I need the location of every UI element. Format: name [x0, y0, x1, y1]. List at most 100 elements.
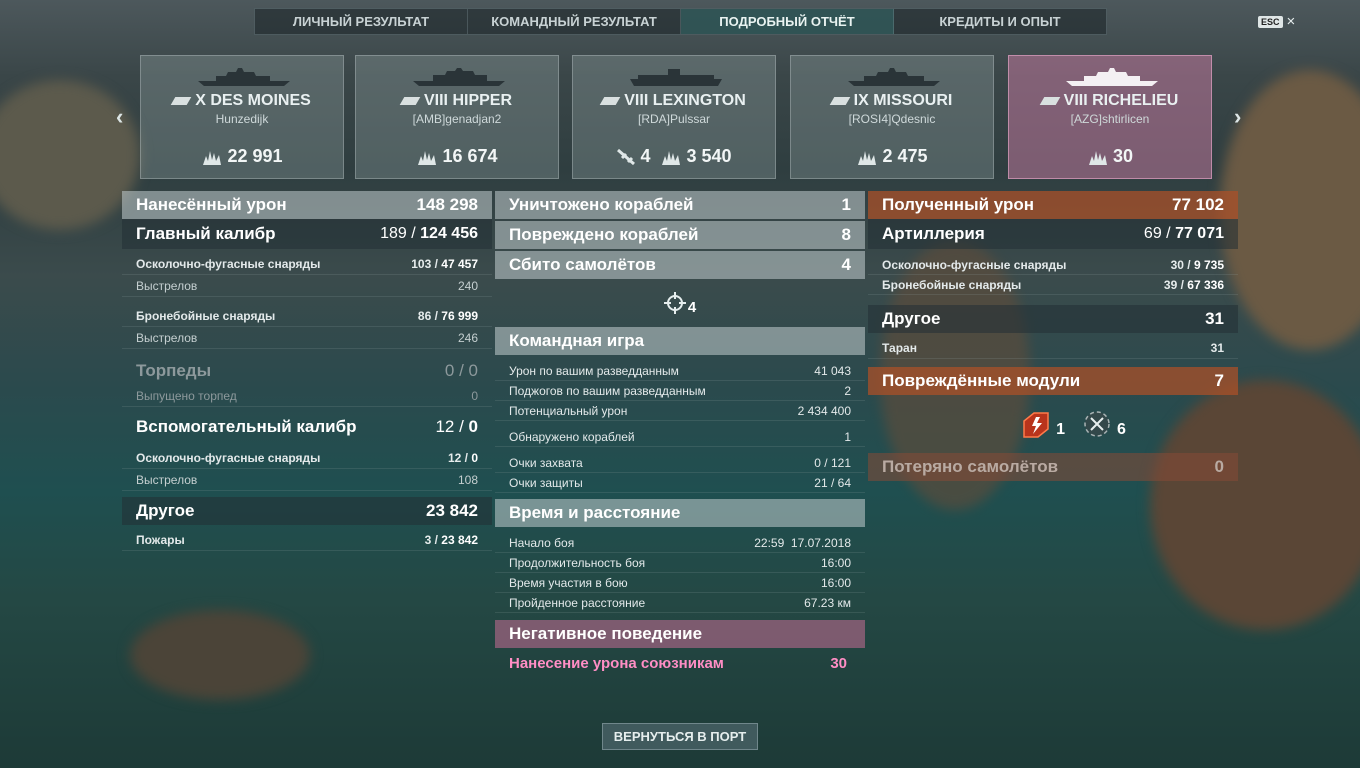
ship-card[interactable]: X DES MOINES Hunzedijk 22 991: [140, 55, 344, 179]
ship-class-icon: [1039, 96, 1060, 105]
damage-value: 30: [1112, 146, 1134, 166]
steering-module-count: 6: [1117, 421, 1126, 438]
artillery-header: Артиллерия 69 / 77 071: [868, 219, 1238, 249]
tab-credits-xp[interactable]: КРЕДИТЫ И ОПЫТ: [894, 9, 1106, 34]
team-play-header: Командная игра: [495, 327, 865, 355]
potential-damage-row: Потенциальный урон 2 434 400: [495, 401, 865, 421]
distance-row: Пройденное расстояние 67.23 км: [495, 593, 865, 613]
ship-card[interactable]: VIII HIPPER [AMB]genadjan2 16 674: [355, 55, 559, 179]
negative-behavior-header: Негативное поведение: [495, 620, 865, 648]
chevron-right-icon[interactable]: ›: [1234, 104, 1241, 130]
ship-class-icon: [829, 96, 850, 105]
spotting-damage-row: Урон по вашим разведданным 41 043: [495, 361, 865, 381]
ships-damaged-header: Повреждено кораблей 8: [495, 221, 865, 249]
ship-class-icon: [399, 96, 421, 105]
background-rock: [130, 610, 310, 700]
player-name: Hunzedijk: [215, 112, 269, 126]
planes-shot-icon: [617, 148, 636, 165]
secondary-shots-row: Выстрелов 108: [122, 469, 492, 491]
ship-stats: 16 674: [356, 146, 558, 167]
he-shells-row: Осколочно-фугасные снаряды 103 / 47 457: [122, 253, 492, 275]
ships-destroyed-header: Уничтожено кораблей 1: [495, 191, 865, 219]
steering-module-icon: [1084, 411, 1110, 437]
ship-name: X DES MOINES: [141, 92, 343, 110]
ship-silhouette-icon: [413, 68, 505, 86]
ap-shells-row: Бронебойные снаряды 86 / 76 999: [122, 305, 492, 327]
ship-card[interactable]: IX MISSOURI [ROSI4]Qdesnic 2 475: [790, 55, 994, 179]
damage-received-panel: Полученный урон 77 102 Артиллерия 69 / 77 …: [868, 191, 1238, 481]
chevron-left-icon[interactable]: ‹: [116, 104, 123, 130]
received-other-header: Другое 31: [868, 305, 1238, 333]
ship-silhouette-icon: [198, 68, 290, 86]
damaged-modules-icons: 1 6: [868, 395, 1238, 453]
ship-card-selected[interactable]: VIII RICHELIEU [AZG]shtirlicen 30: [1008, 55, 1212, 179]
he-shots-row: Выстрелов 240: [122, 275, 492, 297]
damage-value: 22 991: [227, 146, 283, 166]
crosshair-icon: [663, 292, 686, 314]
ship-class-icon: [599, 96, 621, 105]
planes-shot-header: Сбито самолётов 4: [495, 251, 865, 279]
ship-name: IX MISSOURI: [791, 92, 993, 110]
damage-value: 16 674: [442, 146, 498, 166]
other-damage-header: Другое 23 842: [122, 497, 492, 525]
ship-stats: 30: [1009, 146, 1211, 167]
battle-stats-panel: Уничтожено кораблей 1 Повреждено кораблей…: [495, 191, 865, 678]
damage-burst-icon: [418, 150, 437, 165]
ship-stats: 22 991: [141, 146, 343, 167]
fires-row: Пожары 3 / 23 842: [122, 529, 492, 551]
ship-name: VIII HIPPER: [356, 92, 558, 110]
defense-points-row: Очки защиты 21 / 64: [495, 473, 865, 493]
ship-name: VIII RICHELIEU: [1009, 92, 1211, 110]
received-he-row: Осколочно-фугасные снаряды 30 / 9 735: [868, 255, 1238, 275]
battle-duration-row: Продолжительность боя 16:00: [495, 553, 865, 573]
battle-start-row: Начало боя 22:59 17.07.2018: [495, 533, 865, 553]
participation-time-row: Время участия в бою 16:00: [495, 573, 865, 593]
received-ap-row: Бронебойные снаряды 39 / 67 336: [868, 275, 1238, 295]
ship-name: VIII LEXINGTON: [573, 92, 775, 110]
planes-shot-count: 4: [687, 298, 697, 316]
ram-row: Таран 31: [868, 337, 1238, 359]
player-name: [RDA]Pulssar: [637, 112, 711, 126]
ship-silhouette-icon: [848, 68, 940, 86]
tab-team-result[interactable]: КОМАНДНЫЙ РЕЗУЛЬТАТ: [468, 9, 681, 34]
damage-value: 2 475: [882, 146, 928, 166]
engine-module-icon: [1023, 412, 1049, 438]
torpedoes-fired-row: Выпущено торпед 0: [122, 385, 492, 407]
ship-stats: 2 475: [791, 146, 993, 167]
secondary-he-row: Осколочно-фугасные снаряды 12 / 0: [122, 447, 492, 469]
ap-shots-row: Выстрелов 246: [122, 327, 492, 349]
tab-personal-result[interactable]: ЛИЧНЫЙ РЕЗУЛЬТАТ: [255, 9, 468, 34]
damage-burst-icon: [1088, 150, 1107, 165]
secondary-battery-header: Вспомогательный калибр 12 / 0: [136, 417, 478, 436]
ship-class-icon: [170, 96, 192, 105]
capture-points-row: Очки захвата 0 / 121: [495, 453, 865, 473]
ship-silhouette-icon: [630, 69, 722, 86]
damage-burst-icon: [662, 150, 681, 165]
engine-module-count: 1: [1056, 421, 1065, 438]
ship-card[interactable]: VIII LEXINGTON [RDA]Pulssar 4 3 540: [572, 55, 776, 179]
player-name: [AMB]genadjan2: [412, 112, 502, 126]
player-name: [ROSI4]Qdesnic: [848, 112, 936, 126]
ship-stats: 4 3 540: [573, 146, 775, 167]
esc-key-label: ESC: [1258, 15, 1283, 28]
torpedoes-header: Торпеды 0 / 0: [136, 361, 478, 380]
return-to-port-button[interactable]: ВЕРНУТЬСЯ В ПОРТ: [602, 723, 758, 750]
close-button[interactable]: ESC ×: [1258, 13, 1295, 30]
planes-shot-summary: 4: [495, 279, 865, 327]
damage-burst-icon: [203, 150, 222, 165]
player-name: [AZG]shtirlicen: [1070, 112, 1150, 126]
team-damage-row: Нанесение урона союзникам 30: [509, 654, 847, 672]
time-distance-header: Время и расстояние: [495, 499, 865, 527]
damage-dealt-header: Нанесённый урон 148 298: [122, 191, 492, 219]
ships-detected-row: Обнаружено кораблей 1: [495, 427, 865, 447]
planes-lost-header: Потеряно самолётов 0: [868, 453, 1238, 481]
main-battery-header: Главный калибр 189 / 124 456: [122, 219, 492, 249]
background-rock: [0, 80, 140, 230]
spotting-fires-row: Поджогов по вашим разведданным 2: [495, 381, 865, 401]
damage-received-header: Полученный урон 77 102: [868, 191, 1238, 219]
tab-detailed-report[interactable]: ПОДРОБНЫЙ ОТЧЁТ: [681, 9, 894, 34]
damage-value: 3 540: [686, 146, 732, 166]
damage-burst-icon: [858, 150, 877, 165]
planes-value: 4: [640, 146, 651, 166]
ship-silhouette-icon: [1066, 68, 1158, 86]
